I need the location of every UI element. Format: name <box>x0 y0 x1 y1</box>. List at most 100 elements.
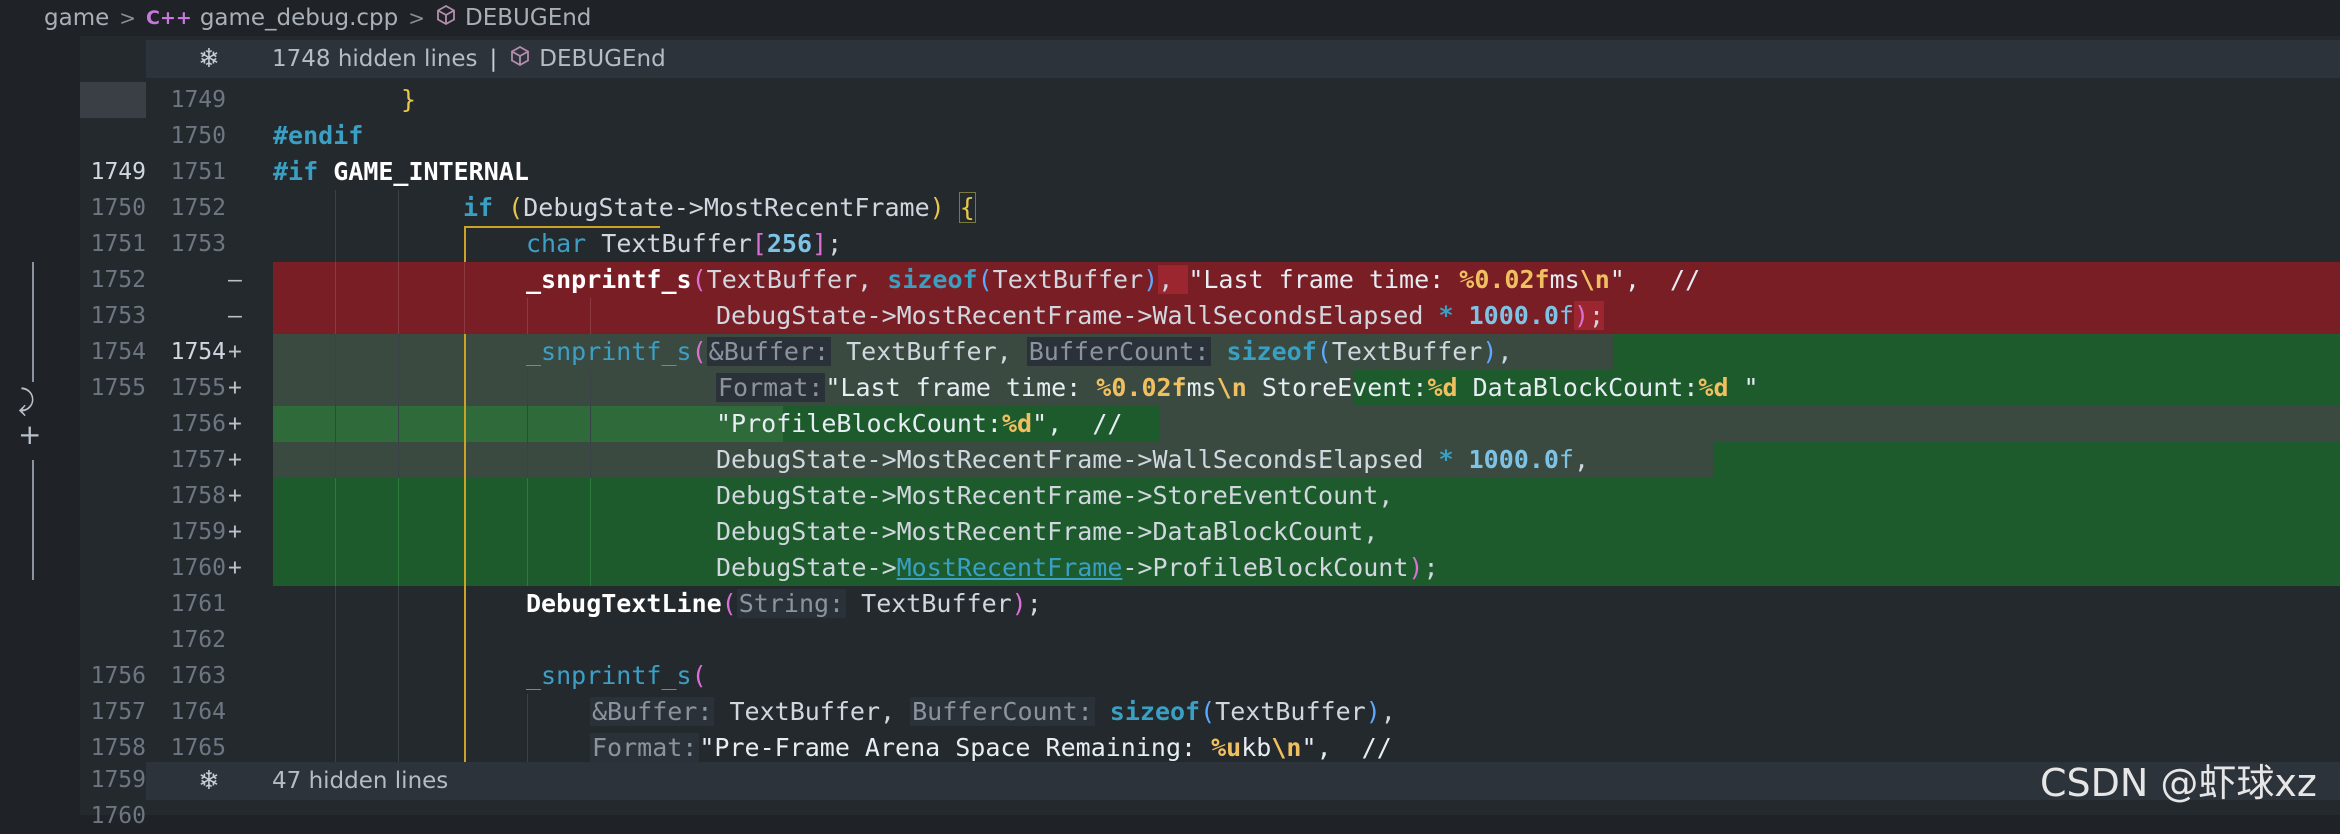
original-line-number <box>80 478 146 514</box>
original-line-number: 1757 <box>90 699 146 725</box>
hidden-lines-banner-top[interactable]: ❄ 1748 hidden lines | DEBUGEnd <box>146 40 2340 78</box>
minus-icon: — <box>228 267 242 293</box>
original-line-number <box>80 514 146 550</box>
code-text[interactable]: &Buffer: TextBuffer, BufferCount: sizeof… <box>273 694 1396 730</box>
code-line: 1758 1765 Format:"Pre-Frame Arena Space … <box>80 730 2340 766</box>
modified-line-number: 1759 <box>170 519 226 545</box>
code-text[interactable]: "ProfileBlockCount:%d", // <box>273 406 1122 442</box>
unfold-icon[interactable]: ❄ <box>146 766 272 796</box>
plus-icon: + <box>228 519 242 545</box>
plus-icon[interactable]: + <box>18 419 41 451</box>
code-text[interactable]: _snprintf_s( <box>273 658 707 694</box>
code-text[interactable]: char TextBuffer[256]; <box>273 226 842 262</box>
original-line-number <box>80 406 146 442</box>
code-text[interactable]: DebugState->MostRecentFrame->DataBlockCo… <box>273 514 1378 550</box>
minus-icon: — <box>228 303 242 329</box>
hidden-lines-banner-bottom[interactable]: ❄ 47 hidden lines <box>146 762 2340 800</box>
added-line: 1754 1754 + _snprintf_s(&Buffer: TextBuf… <box>80 334 2340 370</box>
modified-line-number: 1761 <box>170 591 226 617</box>
added-line: 1756 + "ProfileBlockCount:%d", // <box>80 406 2340 442</box>
code-text[interactable]: } <box>273 82 416 118</box>
original-line-number: 1758 <box>90 735 146 761</box>
original-line-number: 1750 <box>90 195 146 221</box>
code-text[interactable]: DebugTextLine(String: TextBuffer); <box>273 586 1042 622</box>
modified-line-number: 1756 <box>170 411 226 437</box>
modified-line-number <box>146 798 226 834</box>
cpp-file-icon: C++ <box>146 7 192 29</box>
added-line: 1759 + DebugState->MostRecentFrame->Data… <box>80 514 2340 550</box>
plus-icon: + <box>228 339 242 365</box>
modified-line-number: 1758 <box>170 483 226 509</box>
code-text[interactable]: #if GAME_INTERNAL <box>273 154 529 190</box>
modified-line-number: 1764 <box>170 699 226 725</box>
modified-line-number: 1762 <box>170 627 226 653</box>
code-line: 1762 <box>80 622 2340 658</box>
code-text[interactable]: _snprintf_s(TextBuffer, sizeof(TextBuffe… <box>273 262 1700 298</box>
unfold-icon[interactable]: ❄ <box>146 44 272 74</box>
plus-icon: + <box>228 483 242 509</box>
modified-line-number: 1749 <box>170 87 226 113</box>
cube-icon <box>435 4 457 32</box>
original-line-number: 1756 <box>90 663 146 689</box>
added-line: 1755 1755 + Format:"Last frame time: %0.… <box>80 370 2340 406</box>
modified-line-number: 1760 <box>170 555 226 581</box>
code-text[interactable]: if (DebugState->MostRecentFrame) { <box>273 190 976 226</box>
code-line: 1749 } <box>80 82 2340 118</box>
modified-line-number: 1750 <box>170 123 226 149</box>
breadcrumb-folder[interactable]: game <box>44 5 109 31</box>
breadcrumb-file[interactable]: game_debug.cpp <box>200 5 398 31</box>
code-text[interactable]: Format:"Last frame time: %0.02fms\n Stor… <box>273 370 1759 406</box>
divider: | <box>489 46 498 72</box>
added-line: 1757 + DebugState->MostRecentFrame->Wall… <box>80 442 2340 478</box>
breadcrumb: game > C++ game_debug.cpp > DEBUGEnd <box>0 0 2340 36</box>
modified-line-number: 1754 <box>170 339 226 365</box>
original-line-number: 1759 <box>90 767 146 793</box>
modified-line-number <box>146 262 226 298</box>
breadcrumb-symbol[interactable]: DEBUGEnd <box>465 5 591 31</box>
symbol-link[interactable]: MostRecentFrame <box>897 553 1123 582</box>
original-line-number <box>80 622 146 658</box>
original-line-number: 1754 <box>90 339 146 365</box>
modified-line-number <box>146 298 226 334</box>
code-text[interactable]: #endif <box>273 118 363 154</box>
original-line-number: 1749 <box>90 159 146 185</box>
deleted-line: 1753 — DebugState->MostRecentFrame->Wall… <box>80 298 2340 334</box>
chevron-right-icon: > <box>119 6 137 30</box>
modified-line-number: 1757 <box>170 447 226 473</box>
code-line: 1750 #endif <box>80 118 2340 154</box>
original-line-number <box>80 550 146 586</box>
added-line: 1760 + DebugState->MostRecentFrame->Prof… <box>80 550 2340 586</box>
change-actions: ⤸ + <box>18 385 41 451</box>
fold-symbol[interactable]: DEBUGEnd <box>539 46 665 72</box>
modified-line-number: 1753 <box>170 231 226 257</box>
change-marker-line <box>32 262 34 382</box>
deleted-line: 1752 — _snprintf_s(TextBuffer, sizeof(Te… <box>80 262 2340 298</box>
modified-line-number: 1763 <box>170 663 226 689</box>
code-text[interactable]: _snprintf_s(&Buffer: TextBuffer, BufferC… <box>273 334 1512 370</box>
code-line: 1760 <box>80 798 2340 834</box>
modified-line-number: 1765 <box>170 735 226 761</box>
original-line-number: 1753 <box>90 303 146 329</box>
modified-line-number: 1751 <box>170 159 226 185</box>
cube-icon <box>509 45 531 73</box>
plus-icon: + <box>228 555 242 581</box>
modified-line-number: 1755 <box>170 375 226 401</box>
original-line-number: 1760 <box>90 803 146 829</box>
hidden-lines-count: 47 hidden lines <box>272 768 449 794</box>
code-text[interactable]: DebugState->MostRecentFrame->ProfileBloc… <box>273 550 1439 586</box>
code-line: 1761 DebugTextLine(String: TextBuffer); <box>80 586 2340 622</box>
plus-icon: + <box>228 411 242 437</box>
plus-icon: + <box>228 375 242 401</box>
original-line-number: 1751 <box>90 231 146 257</box>
original-line-number <box>80 82 146 118</box>
code-text[interactable]: DebugState->MostRecentFrame->WallSeconds… <box>273 442 1589 478</box>
revert-icon[interactable]: ⤸ <box>18 385 41 417</box>
plus-icon: + <box>228 447 242 473</box>
original-line-number: 1755 <box>90 375 146 401</box>
modified-line-number: 1752 <box>170 195 226 221</box>
code-text[interactable]: DebugState->MostRecentFrame->WallSeconds… <box>273 298 1605 334</box>
code-text[interactable]: Format:"Pre-Frame Arena Space Remaining:… <box>273 730 1392 766</box>
watermark: CSDN @虾球xz <box>2040 761 2317 805</box>
code-line: 1750 1752 if (DebugState->MostRecentFram… <box>80 190 2340 226</box>
code-text[interactable]: DebugState->MostRecentFrame->StoreEventC… <box>273 478 1393 514</box>
